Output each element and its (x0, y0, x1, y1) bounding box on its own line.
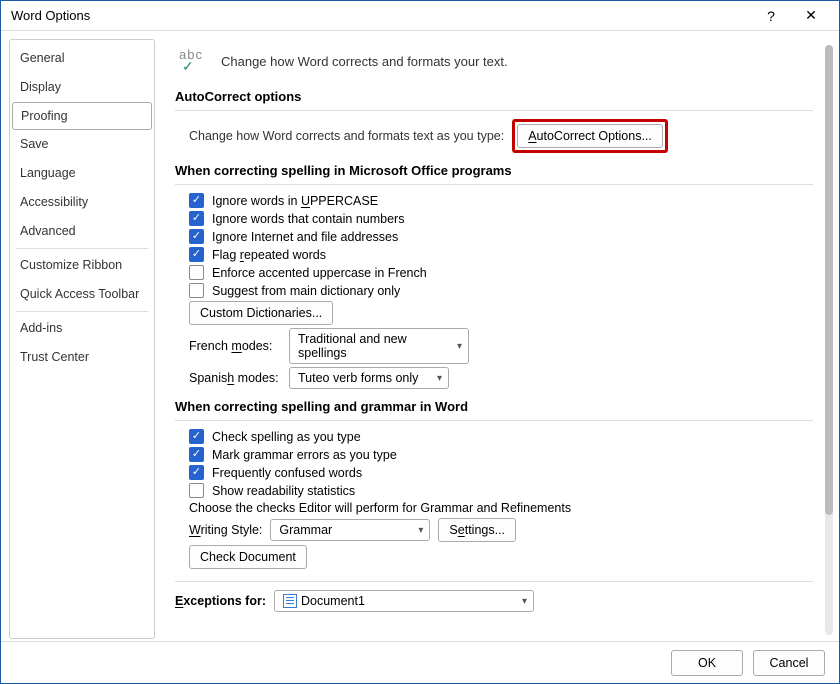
french-modes-label: French modes: (189, 339, 281, 353)
exceptions-select[interactable]: Document1 (274, 590, 534, 612)
autocorrect-highlight: AutoCorrect Options... (512, 119, 668, 153)
help-button[interactable]: ? (751, 2, 791, 30)
document-icon (283, 594, 297, 608)
scrollbar-thumb[interactable] (825, 45, 833, 515)
sidebar-item-customize-ribbon[interactable]: Customize Ribbon (10, 251, 154, 280)
checkbox-confused-label: Frequently confused words (212, 466, 362, 480)
checkbox-grammar-type-label: Mark grammar errors as you type (212, 448, 397, 462)
checkbox-main-dict-label: Suggest from main dictionary only (212, 284, 400, 298)
writing-style-select[interactable]: Grammar (270, 519, 430, 541)
section-autocorrect-title: AutoCorrect options (175, 89, 813, 104)
autocorrect-label: Change how Word corrects and formats tex… (189, 129, 504, 143)
checkbox-grammar-type[interactable] (189, 447, 204, 462)
ok-button[interactable]: OK (671, 650, 743, 676)
french-modes-select[interactable]: Traditional and new spellings (289, 328, 469, 364)
scrollbar[interactable] (825, 45, 833, 635)
sidebar: General Display Proofing Save Language A… (9, 39, 155, 639)
settings-button[interactable]: Settings... (438, 518, 516, 542)
content-pane: abc ✓ Change how Word corrects and forma… (155, 31, 839, 641)
checkbox-spell-type[interactable] (189, 429, 204, 444)
sidebar-item-language[interactable]: Language (10, 159, 154, 188)
checkbox-spell-type-label: Check spelling as you type (212, 430, 361, 444)
check-document-button[interactable]: Check Document (189, 545, 307, 569)
custom-dictionaries-button[interactable]: Custom Dictionaries... (189, 301, 333, 325)
sidebar-item-general[interactable]: General (10, 44, 154, 73)
checkbox-repeated[interactable] (189, 247, 204, 262)
section-word-spell-title: When correcting spelling and grammar in … (175, 399, 813, 414)
checkbox-internet-label: Ignore Internet and file addresses (212, 230, 398, 244)
checkbox-numbers[interactable] (189, 211, 204, 226)
spanish-modes-label: Spanish modes: (189, 371, 281, 385)
checkbox-readability-label: Show readability statistics (212, 484, 355, 498)
checkbox-uppercase-label: Ignore words in UPPERCASE (212, 194, 378, 208)
exceptions-label: Exceptions for: (175, 594, 266, 608)
sidebar-item-save[interactable]: Save (10, 130, 154, 159)
autocorrect-options-button[interactable]: AutoCorrect Options... (517, 124, 663, 148)
checkbox-confused[interactable] (189, 465, 204, 480)
window-title: Word Options (11, 8, 751, 23)
sidebar-item-display[interactable]: Display (10, 73, 154, 102)
checkbox-readability[interactable] (189, 483, 204, 498)
checkbox-repeated-label: Flag repeated words (212, 248, 326, 262)
checkbox-numbers-label: Ignore words that contain numbers (212, 212, 404, 226)
banner-text: Change how Word corrects and formats you… (221, 54, 508, 69)
checkbox-french-accent-label: Enforce accented uppercase in French (212, 266, 427, 280)
sidebar-item-proofing[interactable]: Proofing (12, 102, 152, 130)
checkbox-uppercase[interactable] (189, 193, 204, 208)
section-office-spell-title: When correcting spelling in Microsoft Of… (175, 163, 813, 178)
checkbox-main-dict[interactable] (189, 283, 204, 298)
sidebar-item-accessibility[interactable]: Accessibility (10, 188, 154, 217)
titlebar: Word Options ? ✕ (1, 1, 839, 31)
checkbox-french-accent[interactable] (189, 265, 204, 280)
writing-style-label: Writing Style: (189, 523, 262, 537)
cancel-button[interactable]: Cancel (753, 650, 825, 676)
editor-label: Choose the checks Editor will perform fo… (189, 501, 571, 515)
proofing-icon: abc ✓ (177, 47, 207, 75)
sidebar-item-advanced[interactable]: Advanced (10, 217, 154, 246)
sidebar-item-qat[interactable]: Quick Access Toolbar (10, 280, 154, 309)
checkbox-internet[interactable] (189, 229, 204, 244)
spanish-modes-select[interactable]: Tuteo verb forms only (289, 367, 449, 389)
sidebar-item-trust-center[interactable]: Trust Center (10, 343, 154, 372)
sidebar-item-addins[interactable]: Add-ins (10, 314, 154, 343)
close-button[interactable]: ✕ (791, 2, 831, 30)
footer: OK Cancel (1, 641, 839, 683)
